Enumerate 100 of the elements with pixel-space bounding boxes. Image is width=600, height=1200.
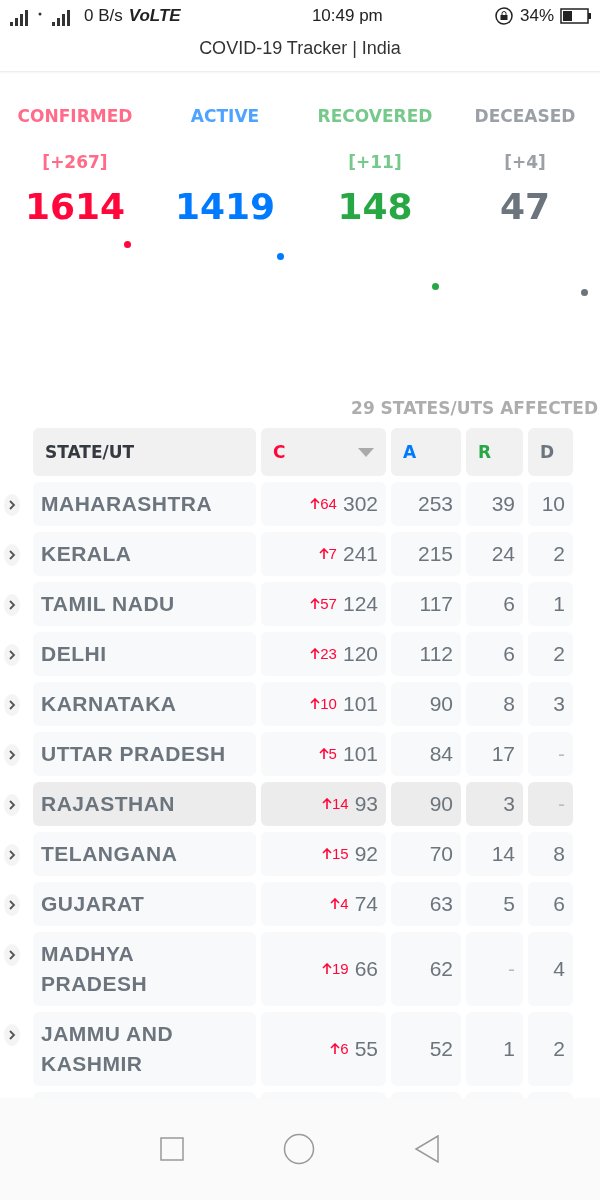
table-cell: 112 [391,632,461,676]
expand-chevron[interactable] [4,844,20,866]
stat-label: RECOVERED [317,106,433,128]
stat-value: 1614 [24,186,126,227]
delta-increase: 23 [310,639,337,669]
table-cell: 2 [528,1012,573,1086]
trend-dot [124,241,131,248]
table-cell: 62 [391,932,461,1006]
expand-chevron[interactable] [4,744,20,766]
state-cell[interactable]: JAMMU AND KASHMIR [33,1012,256,1086]
column-header[interactable]: D [528,428,573,476]
table-cell: 90 [391,782,461,826]
battery-percent: 34% [519,6,554,26]
battery-icon [560,8,592,24]
state-cell[interactable]: GUJARAT [33,882,256,926]
state-cell[interactable]: KERALA [33,532,256,576]
table-cell: 24 [466,532,523,576]
table-cell: 253 [391,482,461,526]
stat-delta: [+4] [504,152,546,174]
column-header[interactable]: STATE/UT [33,428,256,476]
volte-label: VoLTE [128,6,181,26]
table-cell: 14 [466,832,523,876]
state-cell[interactable]: TELANGANA [33,832,256,876]
table-cell: 5 [466,882,523,926]
confirmed-count: 93 [354,791,378,817]
delta-increase: 5 [318,739,337,769]
confirmed-count: 74 [354,891,378,917]
affected-count: 29 STATES/UTS AFFECTED [350,398,599,420]
trend-dot [276,253,284,260]
home-nav-icon[interactable] [283,1133,315,1165]
delta-increase: 15 [321,839,349,869]
delta-increase: 57 [310,589,337,619]
stat-label: CONFIRMED [17,106,133,128]
table-cell: 1 [466,1012,523,1086]
state-cell[interactable]: KARNATAKA [33,682,256,726]
expand-chevron[interactable] [4,644,20,666]
table-cell: 6 [466,632,523,676]
table-cell: 3 [528,682,573,726]
column-header[interactable]: R [466,428,523,476]
table-cell: - [528,732,573,776]
table-cell: 63 [391,882,461,926]
expand-chevron[interactable] [4,694,20,716]
expand-chevron[interactable] [4,1024,20,1046]
stat-value: 47 [499,186,551,227]
table-cell: 8 [528,832,573,876]
table-cell: 70 [391,832,461,876]
app-title: COVID-19 Tracker | India [199,38,401,59]
state-cell[interactable]: MAHARASHTRA [33,482,256,526]
state-cell[interactable]: DELHI [33,632,256,676]
network-speed: 0 B/s [84,6,123,26]
stat-label: ACTIVE [190,106,260,128]
expand-chevron[interactable] [4,944,20,966]
state-cell[interactable]: UTTAR PRADESH [33,732,256,776]
table-cell: 2 [528,632,573,676]
stat-delta: [+267] [42,152,108,174]
delta-increase: 19 [321,954,349,984]
table-cell: 3 [466,782,523,826]
stat-value: 1419 [174,186,276,227]
table-cell: 117 [391,582,461,626]
stat-delta: [+11] [348,152,402,174]
expand-chevron[interactable] [4,894,20,916]
trend-dot [431,283,439,290]
table-cell: 10 [528,482,573,526]
expand-chevron[interactable] [4,594,20,616]
sort-caret-icon [358,447,374,457]
confirmed-count: 55 [354,1036,378,1062]
stat-value: 148 [337,186,413,227]
expand-chevron[interactable] [4,544,20,566]
table-cell: 52 [391,1012,461,1086]
state-cell[interactable]: MADHYA PRADESH [33,932,256,1006]
confirmed-count: 241 [342,541,378,567]
confirmed-count: 101 [342,741,378,767]
expand-chevron[interactable] [4,794,20,816]
table-cell: 8 [466,682,523,726]
delta-increase: 4 [330,889,349,919]
delta-increase: 64 [310,489,337,519]
confirmed-count: 124 [342,591,378,617]
table-cell: 6 [466,582,523,626]
table-cell: 39 [466,482,523,526]
table-cell: 2 [528,532,573,576]
table-cell: - [528,782,573,826]
expand-chevron[interactable] [4,494,20,516]
state-cell[interactable]: RAJASTHAN [33,782,256,826]
column-header[interactable]: C [261,428,386,476]
clock: 10:49 pm [311,6,383,26]
column-header[interactable]: A [391,428,461,476]
confirmed-count: 66 [354,956,378,982]
delta-increase: 10 [310,689,337,719]
delta-increase: 6 [330,1034,349,1064]
confirmed-count: 101 [342,691,378,717]
table-cell: 84 [391,732,461,776]
trend-dot [580,289,588,296]
table-cell: 90 [391,682,461,726]
delta-increase: 14 [321,789,349,819]
table-cell: 215 [391,532,461,576]
back-nav-icon[interactable] [414,1135,441,1163]
table-cell: 4 [528,932,573,1006]
state-cell[interactable]: TAMIL NADU [33,582,256,626]
stat-label: DECEASED [474,106,576,128]
rotation-lock-icon [493,6,514,26]
